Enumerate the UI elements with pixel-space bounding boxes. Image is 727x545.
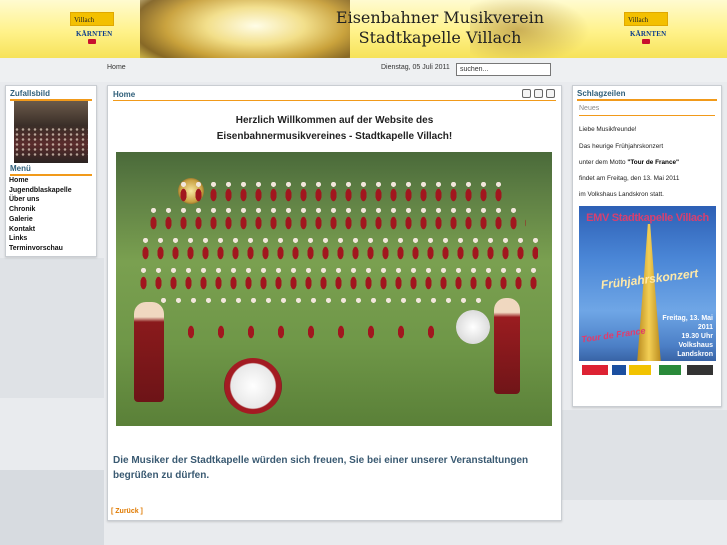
horn-image: [140, 0, 350, 58]
band-row: [176, 302, 476, 362]
poster-date-line2: 19.30 Uhr: [681, 333, 713, 340]
background-tile: [0, 258, 104, 398]
drum: [456, 310, 490, 344]
menu-title: Menü: [10, 164, 31, 173]
background-tile: [0, 470, 104, 545]
top-bar: Home Dienstag, 05 Juli 2011: [0, 58, 727, 82]
page-title: Home: [113, 90, 136, 99]
site-title: Eisenbahner Musikverein Stadtkapelle Vil…: [335, 8, 545, 48]
menu-item-links[interactable]: Links: [9, 234, 93, 244]
divider: [113, 100, 556, 101]
menu-item-home[interactable]: Home: [9, 176, 93, 186]
sponsor-logo: [629, 365, 651, 375]
site-header: Villach KÄRNTEN Villach KÄRNTEN Eisenbah…: [0, 0, 727, 58]
left-sidebar: Zufallsbild Menü Home Jugendblaskapelle …: [5, 85, 97, 257]
divider: [579, 115, 715, 116]
poster-date-line1: Freitag, 13. Mai 2011: [662, 315, 713, 331]
band-member-front: [134, 302, 164, 402]
news-line: im Volkshaus Landskron statt.: [579, 191, 664, 198]
random-image-people: [14, 127, 88, 157]
news-line: unter dem Motto: [579, 159, 626, 166]
news-motto: "Tour de France": [627, 159, 680, 166]
villach-logo-right[interactable]: Villach KÄRNTEN: [624, 12, 668, 46]
kaernten-logo-text: KÄRNTEN: [630, 30, 667, 38]
main-menu: Home Jugendblaskapelle Über uns Chronik …: [9, 176, 93, 254]
menu-item-jugendblaskapelle[interactable]: Jugendblaskapelle: [9, 186, 93, 196]
villach-logo-text: Villach: [624, 12, 668, 26]
news-line-motto: unter dem Motto "Tour de France": [579, 159, 679, 166]
news-line: Liebe Musikfreunde!: [579, 126, 637, 133]
band-group-photo: [116, 152, 552, 426]
site-title-line1: Eisenbahner Musikverein: [335, 8, 545, 27]
news-line: findet am Freitag, den 13. Mai 2011: [579, 175, 680, 182]
sponsor-logo: [612, 365, 626, 375]
poster-date: Freitag, 13. Mai 2011 19.30 Uhr Volkshau…: [649, 314, 713, 359]
villach-logo-left[interactable]: Villach KÄRNTEN: [70, 12, 114, 46]
background-tile: [560, 410, 727, 500]
news-line: Das heurige Frühjahrskonzert: [579, 143, 664, 150]
poster-tour-de-france: Tour de France: [580, 325, 647, 345]
menu-item-chronik[interactable]: Chronik: [9, 205, 93, 215]
welcome-line1: Herzlich Willkommen auf der Website des: [235, 115, 434, 126]
welcome-heading: Herzlich Willkommen auf der Website des …: [108, 113, 561, 145]
welcome-line2: Eisenbahnermusikvereines - Stadtkapelle …: [216, 131, 453, 142]
headlines-title: Schlagzeilen: [577, 89, 626, 98]
random-image[interactable]: [14, 101, 88, 163]
news-heading: Neues: [579, 105, 600, 112]
pdf-icon[interactable]: [522, 89, 531, 98]
divider: [577, 99, 717, 101]
sponsor-logo: [659, 365, 681, 375]
menu-item-ueber-uns[interactable]: Über uns: [9, 195, 93, 205]
print-icon[interactable]: [534, 89, 543, 98]
villach-logo-text: Villach: [70, 12, 114, 26]
kaernten-logo-mark: [642, 39, 650, 44]
random-image-title: Zufallsbild: [10, 89, 50, 98]
kaernten-logo-text: KÄRNTEN: [76, 30, 113, 38]
main-content: Home Herzlich Willkommen auf der Website…: [107, 85, 562, 521]
kaernten-logo-mark: [88, 39, 96, 44]
email-icon[interactable]: [546, 89, 555, 98]
sponsor-logo: [687, 365, 713, 375]
search-input[interactable]: [456, 63, 551, 76]
right-sidebar: Schlagzeilen Neues Liebe Musikfreunde! D…: [572, 85, 722, 407]
band-member-front: [494, 298, 520, 394]
concert-poster[interactable]: EMV Stadtkapelle Villach Frühjahrskonzer…: [579, 206, 716, 381]
poster-date-line3: Volkshaus Landskron: [677, 342, 713, 358]
poster-sponsors: [579, 361, 716, 381]
poster-title: EMV Stadtkapelle Villach: [586, 212, 709, 224]
menu-item-galerie[interactable]: Galerie: [9, 215, 93, 225]
breadcrumb[interactable]: Home: [107, 64, 126, 71]
menu-item-terminvorschau[interactable]: Terminvorschau: [9, 244, 93, 254]
closing-text: Die Musiker der Stadtkapelle würden sich…: [113, 455, 529, 481]
menu-item-kontakt[interactable]: Kontakt: [9, 225, 93, 235]
back-link[interactable]: [ Zurück ]: [111, 508, 143, 515]
current-date: Dienstag, 05 Juli 2011: [381, 64, 450, 71]
sponsor-logo: [582, 365, 608, 375]
site-title-line2: Stadtkapelle Villach: [358, 28, 522, 47]
snare-drum: [224, 358, 282, 414]
